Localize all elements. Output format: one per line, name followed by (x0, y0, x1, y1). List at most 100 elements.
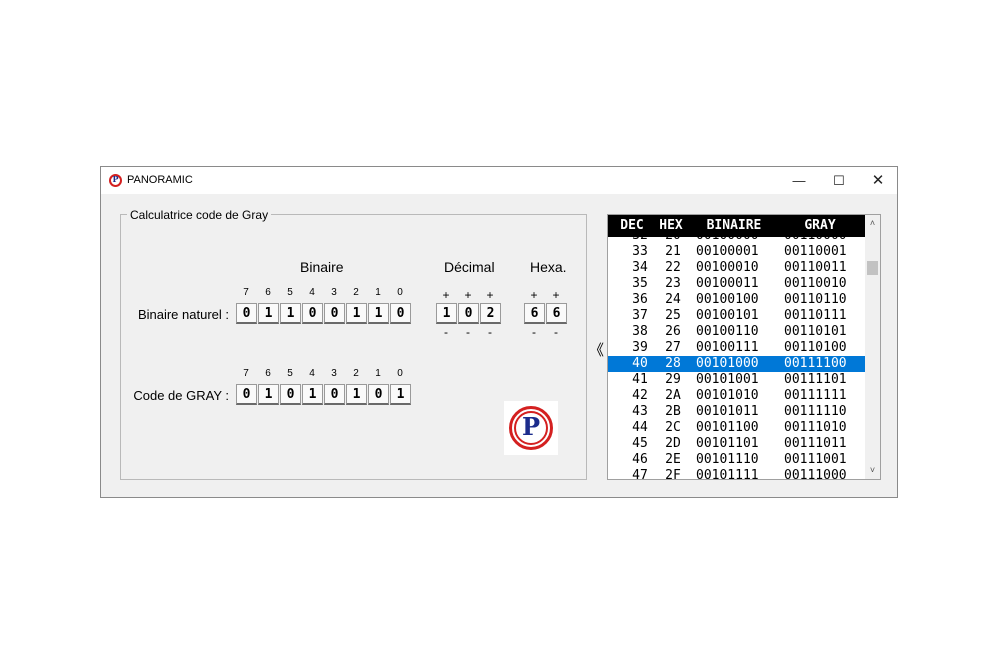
list-row[interactable]: 33 21 00100001 00110001 (608, 244, 865, 260)
app-icon: P (109, 174, 122, 187)
natural-binary-label: Binaire naturel : (137, 307, 229, 322)
list-body[interactable]: 3220 00100000 00110000 33 21 00100001 00110001… (608, 237, 865, 480)
scroll-down-icon[interactable]: ˅ (865, 462, 880, 478)
list-row[interactable]: 47 2F 00101111 00111000 (608, 468, 865, 480)
row-gray: 00110001 (784, 244, 847, 259)
row-gray: 00110110 (784, 292, 847, 307)
bit-index-label: 6 (265, 287, 271, 298)
decimal-minus-button[interactable]: - (479, 325, 501, 339)
scroll-up-icon[interactable]: ˄ (865, 215, 880, 231)
decimal-plus-button[interactable]: + (479, 288, 501, 302)
bit-index-label: 7 (243, 287, 249, 298)
list-row[interactable]: 37 25 00100101 00110111 (608, 308, 865, 324)
group-label: Calculatrice code de Gray (127, 208, 272, 222)
row-dec: 42 (632, 388, 648, 403)
row-dec: 38 (632, 324, 648, 339)
row-hex: 26 (665, 324, 681, 339)
hex-plus-button[interactable]: + (523, 288, 545, 302)
list-header: DEC HEX BINAIRE GRAY (608, 215, 865, 237)
row-gray: 00111010 (784, 420, 847, 435)
decimal-digit[interactable]: 1 (436, 303, 457, 324)
list-row[interactable]: 3220 00100000 00110000 (608, 237, 865, 244)
natural-bit-4[interactable]: 0 (302, 303, 323, 324)
list-row[interactable]: 46 2E 00101110 00111001 (608, 452, 865, 468)
list-row[interactable]: 45 2D 00101101 00111011 (608, 436, 865, 452)
list-row[interactable]: 43 2B 00101011 00111110 (608, 404, 865, 420)
row-binary: 00100100 (696, 292, 759, 307)
row-dec: 33 (632, 244, 648, 259)
hex-digit[interactable]: 6 (546, 303, 567, 324)
gray-bit-3[interactable]: 0 (324, 384, 345, 405)
gray-bit-2[interactable]: 1 (346, 384, 367, 405)
hex-digit[interactable]: 6 (524, 303, 545, 324)
list-row[interactable]: 41 29 00101001 00111101 (608, 372, 865, 388)
list-row[interactable]: 40 28 00101000 00111100 (608, 356, 865, 372)
bit-index-label: 0 (397, 368, 403, 379)
list-header-dec: DEC (620, 218, 644, 233)
row-binary: 00100111 (696, 340, 759, 355)
bit-index-label: 4 (309, 287, 315, 298)
decimal-minus-button[interactable]: - (435, 325, 457, 339)
natural-bit-5[interactable]: 1 (280, 303, 301, 324)
bit-index-label: 3 (331, 287, 337, 298)
row-hex: 23 (665, 276, 681, 291)
row-binary: 00101011 (696, 404, 759, 419)
hex-minus-button[interactable]: - (523, 325, 545, 339)
minimize-button[interactable]: — (779, 167, 819, 194)
decimal-digit[interactable]: 0 (458, 303, 479, 324)
maximize-button[interactable]: ☐ (819, 167, 859, 194)
row-binary: 00101000 (696, 356, 759, 371)
row-gray: 00111100 (784, 356, 847, 371)
natural-bit-6[interactable]: 1 (258, 303, 279, 324)
natural-bit-0[interactable]: 0 (390, 303, 411, 324)
hex-minus-button[interactable]: - (545, 325, 567, 339)
row-hex: 21 (665, 244, 681, 259)
natural-bit-3[interactable]: 0 (324, 303, 345, 324)
hex-plus-button[interactable]: + (545, 288, 567, 302)
list-scrollbar[interactable]: ˄ ˅ (865, 215, 880, 479)
list-row[interactable]: 34 22 00100010 00110011 (608, 260, 865, 276)
list-header-gray: GRAY (804, 218, 836, 233)
decimal-minus-button[interactable]: - (457, 325, 479, 339)
row-hex: 2A (665, 388, 681, 403)
list-header-hex: HEX (659, 218, 683, 233)
list-row[interactable]: 36 24 00100100 00110110 (608, 292, 865, 308)
gray-bit-1[interactable]: 0 (368, 384, 389, 405)
bit-index-label: 3 (331, 368, 337, 379)
conversion-list[interactable]: DEC HEX BINAIRE GRAY 3220 00100000 0011000… (607, 214, 881, 480)
row-dec: 32 (624, 237, 656, 244)
title-bar[interactable]: P PANORAMIC — ☐ ✕ (101, 167, 897, 194)
gray-bit-6[interactable]: 1 (258, 384, 279, 405)
gray-bit-7[interactable]: 0 (236, 384, 257, 405)
decimal-plus-button[interactable]: + (435, 288, 457, 302)
bit-index-label: 2 (353, 287, 359, 298)
row-dec: 40 (632, 356, 648, 371)
gray-bit-5[interactable]: 0 (280, 384, 301, 405)
list-row[interactable]: 42 2A 00101010 00111111 (608, 388, 865, 404)
scroll-thumb[interactable] (867, 261, 878, 275)
natural-bit-2[interactable]: 1 (346, 303, 367, 324)
close-button[interactable]: ✕ (858, 167, 898, 194)
list-row[interactable]: 39 27 00100111 00110100 (608, 340, 865, 356)
row-hex: 2D (665, 436, 681, 451)
natural-bit-1[interactable]: 1 (368, 303, 389, 324)
row-hex: 24 (665, 292, 681, 307)
bit-index-label: 4 (309, 368, 315, 379)
row-gray: 00110111 (784, 308, 847, 323)
bit-index-label: 5 (287, 287, 293, 298)
list-row[interactable]: 38 26 00100110 00110101 (608, 324, 865, 340)
list-row[interactable]: 44 2C 00101100 00111010 (608, 420, 865, 436)
list-row[interactable]: 35 23 00100011 00110010 (608, 276, 865, 292)
row-dec: 37 (632, 308, 648, 323)
decimal-digit[interactable]: 2 (480, 303, 501, 324)
decimal-plus-button[interactable]: + (457, 288, 479, 302)
transfer-arrow-button[interactable]: 《 (589, 339, 604, 360)
gray-bit-4[interactable]: 1 (302, 384, 323, 405)
row-gray: 00111000 (784, 468, 847, 480)
natural-bit-7[interactable]: 0 (236, 303, 257, 324)
row-hex: 20 (658, 237, 688, 244)
row-hex: 29 (665, 372, 681, 387)
row-gray: 00110101 (784, 324, 847, 339)
bit-index-label: 1 (375, 287, 381, 298)
gray-bit-0[interactable]: 1 (390, 384, 411, 405)
